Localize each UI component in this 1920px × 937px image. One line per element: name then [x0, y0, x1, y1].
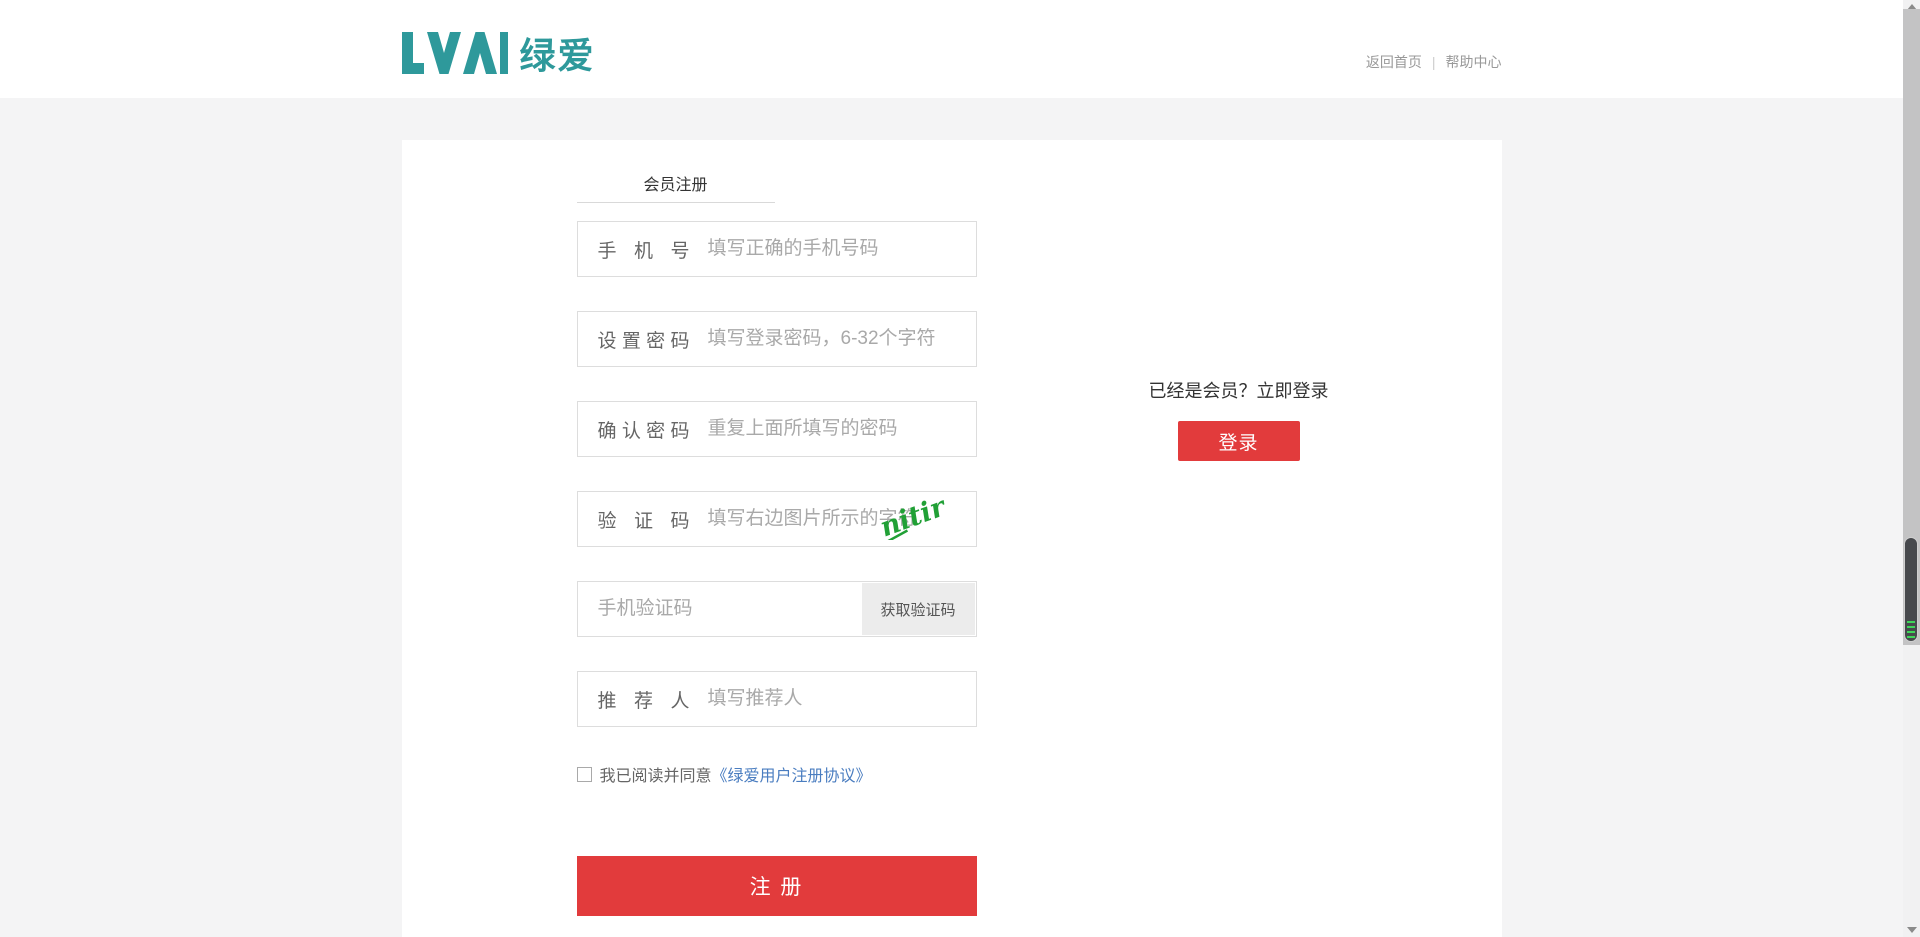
password-input[interactable]	[690, 319, 976, 359]
login-section: 已经是会员？立即登录 登录	[1089, 377, 1389, 461]
captcha-field-row: 验证码 nitir	[577, 491, 977, 547]
brand-logo[interactable]: 绿爱	[402, 27, 596, 79]
link-separator: |	[1432, 54, 1436, 70]
help-center-link[interactable]: 帮助中心	[1446, 54, 1502, 70]
user-agreement-link[interactable]: 《绿爱用户注册协议》	[712, 762, 872, 786]
captcha-text: nitir	[875, 500, 945, 540]
sms-code-field-row: 获取验证码	[577, 581, 977, 637]
marker-stripe	[1907, 636, 1915, 638]
marker-stripe	[1907, 621, 1915, 623]
referrer-label: 推荐人	[598, 686, 690, 713]
home-link[interactable]: 返回首页	[1366, 54, 1422, 70]
phone-label: 手机号	[598, 236, 690, 263]
main-area: 会员注册 手机号 设置密码 确认密码 验证码	[0, 140, 1903, 937]
phone-field-row: 手机号	[577, 221, 977, 277]
password-field-row: 设置密码	[577, 311, 977, 367]
lvai-logo-glyphs	[402, 31, 508, 75]
header: 绿爱 返回首页 | 帮助中心	[0, 0, 1903, 98]
captcha-label: 验证码	[598, 506, 690, 533]
already-member-text: 已经是会员？立即登录	[1089, 377, 1389, 403]
register-form: 会员注册 手机号 设置密码 确认密码 验证码	[577, 140, 977, 916]
confirm-password-label: 确认密码	[598, 416, 690, 443]
scroll-down-arrow-icon[interactable]	[1907, 927, 1917, 933]
agreement-checkbox[interactable]	[577, 767, 592, 782]
get-sms-code-button[interactable]: 获取验证码	[862, 583, 975, 635]
scrollbar-extension-marker[interactable]	[1904, 537, 1918, 642]
password-label: 设置密码	[598, 326, 690, 353]
phone-input[interactable]	[690, 229, 976, 269]
header-links: 返回首页 | 帮助中心	[1366, 52, 1502, 72]
referrer-input[interactable]	[690, 679, 976, 719]
referrer-field-row: 推荐人	[577, 671, 977, 727]
login-button[interactable]: 登录	[1178, 421, 1300, 461]
vertical-scrollbar[interactable]	[1903, 0, 1920, 937]
agreement-text: 我已阅读并同意	[600, 762, 712, 786]
brand-logo-cn: 绿爱	[520, 27, 596, 79]
tab-member-register: 会员注册	[577, 173, 775, 203]
confirm-password-field-row: 确认密码	[577, 401, 977, 457]
register-card: 会员注册 手机号 设置密码 确认密码 验证码	[402, 140, 1502, 937]
marker-stripe	[1907, 626, 1915, 628]
captcha-image[interactable]: nitir	[874, 500, 946, 540]
agreement-row: 我已阅读并同意 《绿爱用户注册协议》	[577, 762, 977, 786]
confirm-password-input[interactable]	[690, 409, 976, 449]
marker-stripe	[1907, 631, 1915, 633]
register-button[interactable]: 注 册	[577, 856, 977, 916]
